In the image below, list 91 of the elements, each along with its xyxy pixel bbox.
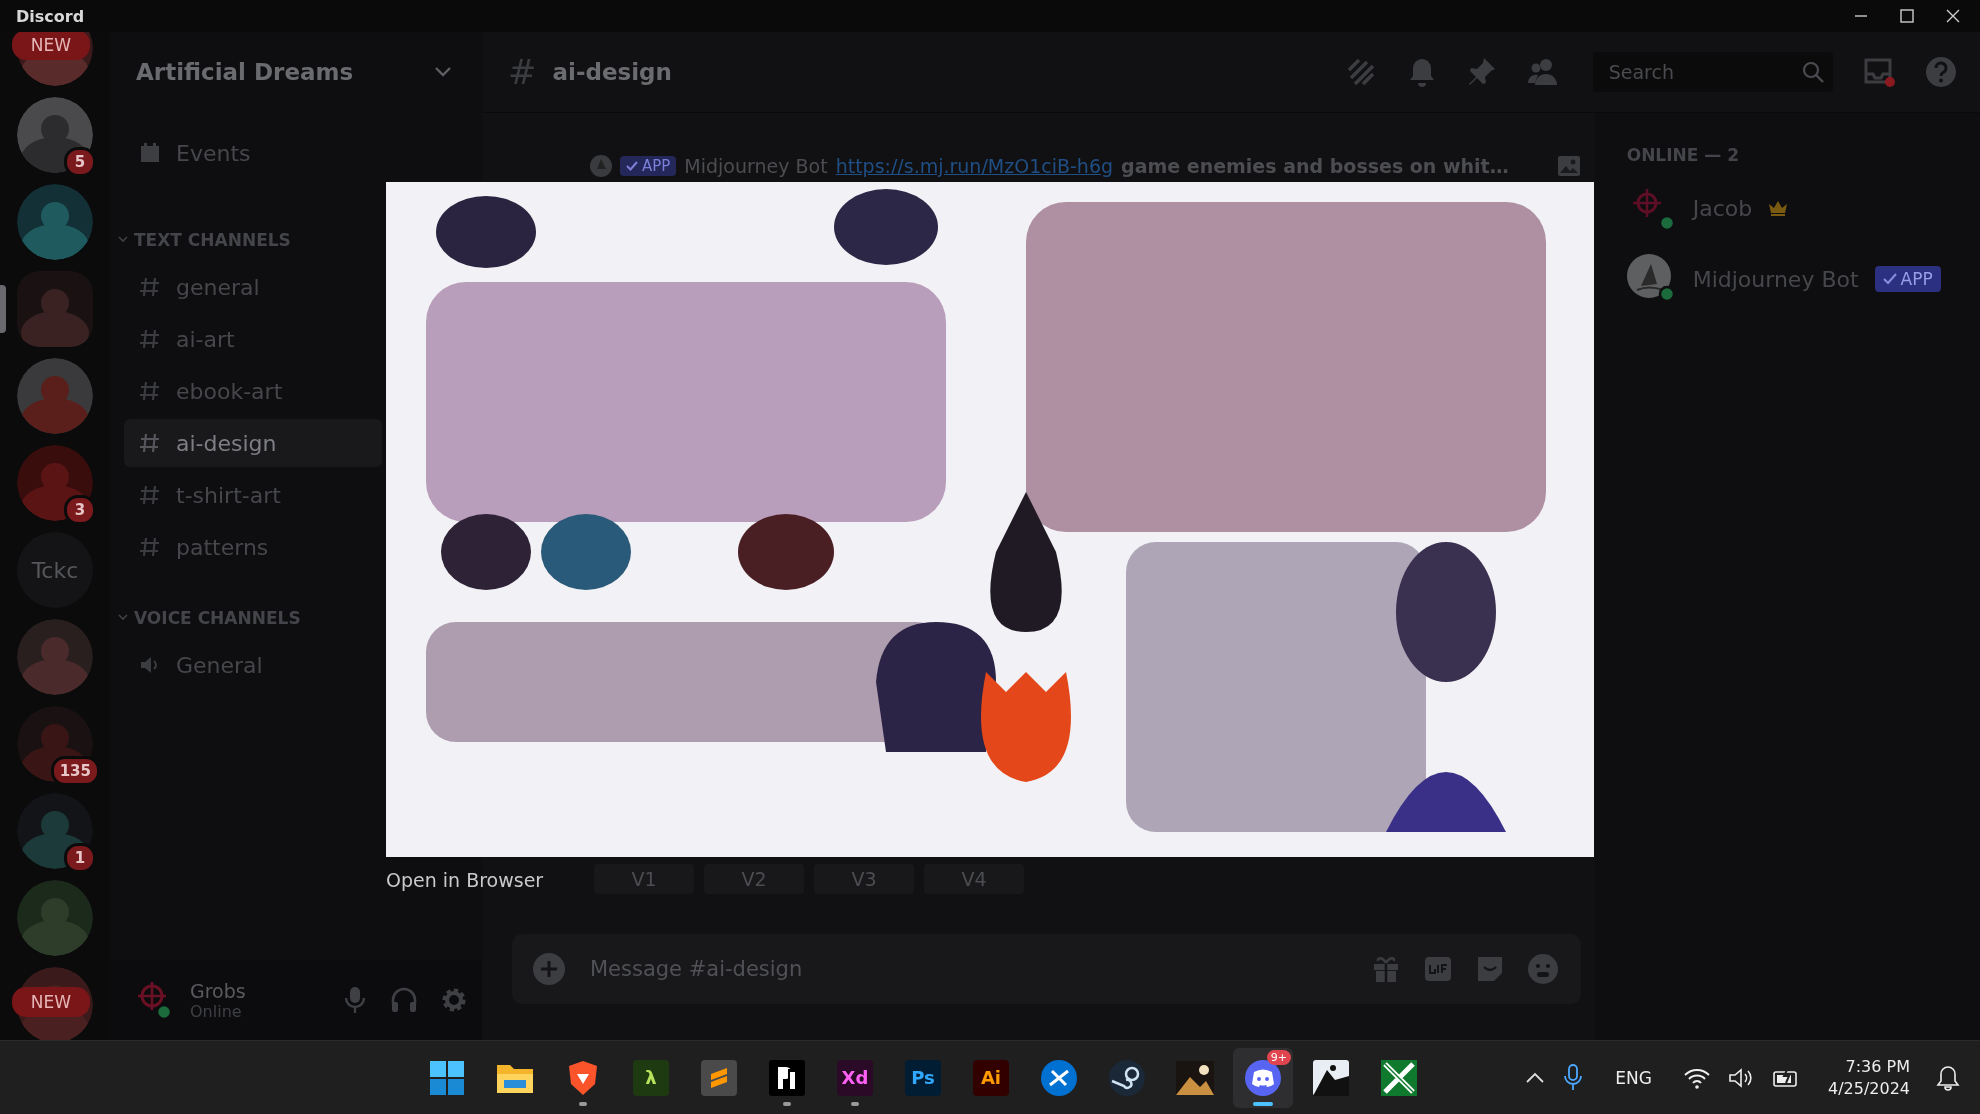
chevron-down-icon: [434, 66, 452, 78]
member-item[interactable]: Jacob: [1626, 179, 1980, 237]
notification-badge: NEW: [12, 987, 90, 1017]
author-name[interactable]: Midjourney Bot: [684, 155, 828, 177]
clock[interactable]: 7:36 PM 4/25/2024: [1827, 1055, 1910, 1100]
notification-badge: NEW: [12, 32, 90, 60]
photo-app-icon: [1176, 1060, 1214, 1095]
hash-icon: [138, 535, 162, 559]
running-indicator: [783, 1101, 791, 1106]
add-icon[interactable]: [532, 952, 566, 986]
inbox-icon[interactable]: [1862, 56, 1895, 88]
taskbar-app[interactable]: λ: [621, 1047, 681, 1108]
chevron-up-icon[interactable]: [1525, 1071, 1546, 1084]
events-label: Events: [176, 140, 251, 166]
category-title: VOICE CHANNELS: [134, 608, 301, 628]
hash-symbol: #: [508, 52, 537, 92]
taskbar-app[interactable]: Ps: [893, 1047, 953, 1108]
check-icon: [626, 161, 638, 171]
chevron-down-icon: [118, 236, 128, 244]
image-icon: [1556, 155, 1581, 177]
running-indicator: [851, 1101, 859, 1106]
open-in-browser-link[interactable]: Open in Browser: [386, 869, 544, 891]
channel-title: ai-design: [552, 59, 672, 85]
calendar-icon: [138, 141, 162, 165]
category-header[interactable]: VOICE CHANNELS: [118, 606, 382, 630]
message-text: game enemies and bosses on whit…: [1121, 155, 1509, 177]
member-group-heading: ONLINE — 2: [1626, 145, 1741, 165]
member-name: Midjourney Bot: [1692, 266, 1859, 292]
channel-item[interactable]: patterns: [124, 523, 382, 571]
channel-item[interactable]: general: [124, 263, 382, 311]
wifi-icon[interactable]: [1683, 1066, 1710, 1089]
crown-icon: [1768, 200, 1789, 216]
app-title: Discord: [16, 6, 85, 26]
running-indicator: [1253, 1101, 1273, 1106]
store-icon: [1040, 1058, 1078, 1097]
notification-badge: 135: [50, 756, 100, 786]
category-title: TEXT CHANNELS: [134, 230, 291, 250]
running-indicator: [579, 1101, 587, 1106]
check-icon: [1882, 273, 1897, 285]
search-icon: [1800, 60, 1825, 84]
notification-badge: 5: [64, 147, 96, 177]
taskbar-app[interactable]: 9+: [1233, 1047, 1293, 1108]
events-item[interactable]: Events: [138, 132, 474, 174]
steam-icon: [1108, 1058, 1146, 1097]
bell-icon[interactable]: [1936, 1064, 1960, 1091]
notification-badge: 3: [64, 495, 96, 525]
message-link[interactable]: https://s.mj.run/MzO1ciB-h6g: [835, 155, 1114, 177]
emoji-icon[interactable]: [1526, 953, 1559, 985]
gif-icon[interactable]: [1422, 954, 1453, 984]
member-item[interactable]: Midjourney Bot APP: [1626, 250, 1980, 308]
channel-item[interactable]: t-shirt-art: [124, 471, 382, 519]
app-badge-label: APP: [642, 157, 671, 175]
server-icon[interactable]: Tckc: [17, 532, 93, 608]
search-field[interactable]: Search: [1592, 52, 1833, 92]
editor-icon: [701, 1059, 737, 1096]
channel-item[interactable]: ai-art: [124, 315, 382, 363]
hash-icon: [138, 327, 162, 351]
channel-item[interactable]: General: [124, 641, 382, 689]
shield-icon: [567, 1059, 599, 1096]
server-name: Artificial Dreams: [136, 59, 354, 85]
server-header[interactable]: Artificial Dreams: [110, 32, 482, 112]
taskbar-app[interactable]: Xd: [825, 1047, 885, 1108]
settings-icon[interactable]: [440, 986, 468, 1014]
hash-icon: [138, 379, 162, 403]
username: Grobs: [190, 979, 247, 1002]
message-composer[interactable]: Message #ai-design: [512, 934, 1581, 1004]
taskbar-app[interactable]: Ai: [961, 1047, 1021, 1108]
channel-item[interactable]: ebook-art: [124, 367, 382, 415]
language-indicator[interactable]: ENG: [1615, 1067, 1652, 1088]
hash-icon: [138, 275, 162, 299]
member-name: Jacob: [1692, 195, 1753, 221]
ide-icon: [769, 1059, 805, 1096]
notification-badge: 1: [64, 843, 96, 873]
selection-indicator: [0, 285, 6, 333]
microphone-icon[interactable]: [1563, 1063, 1584, 1092]
app-badge-label: APP: [1900, 269, 1933, 289]
help-icon[interactable]: [1924, 56, 1957, 88]
chevron-down-icon: [118, 614, 128, 622]
volume-icon[interactable]: [1727, 1066, 1754, 1089]
bot-avatar-icon: [590, 155, 612, 177]
spreadsheet-icon: [1381, 1059, 1417, 1096]
message-input[interactable]: Message #ai-design: [588, 956, 1349, 982]
hash-icon: [138, 483, 162, 507]
headphones-icon[interactable]: [390, 986, 418, 1014]
notification-badge: 9+: [1266, 1049, 1291, 1065]
channel-item[interactable]: ai-design: [124, 419, 382, 467]
windows-icon: [429, 1059, 465, 1096]
hash-icon: [138, 431, 162, 455]
category-header[interactable]: TEXT CHANNELS: [118, 228, 382, 252]
members-icon[interactable]: [1526, 57, 1559, 87]
search-input[interactable]: Search: [1606, 60, 1801, 84]
